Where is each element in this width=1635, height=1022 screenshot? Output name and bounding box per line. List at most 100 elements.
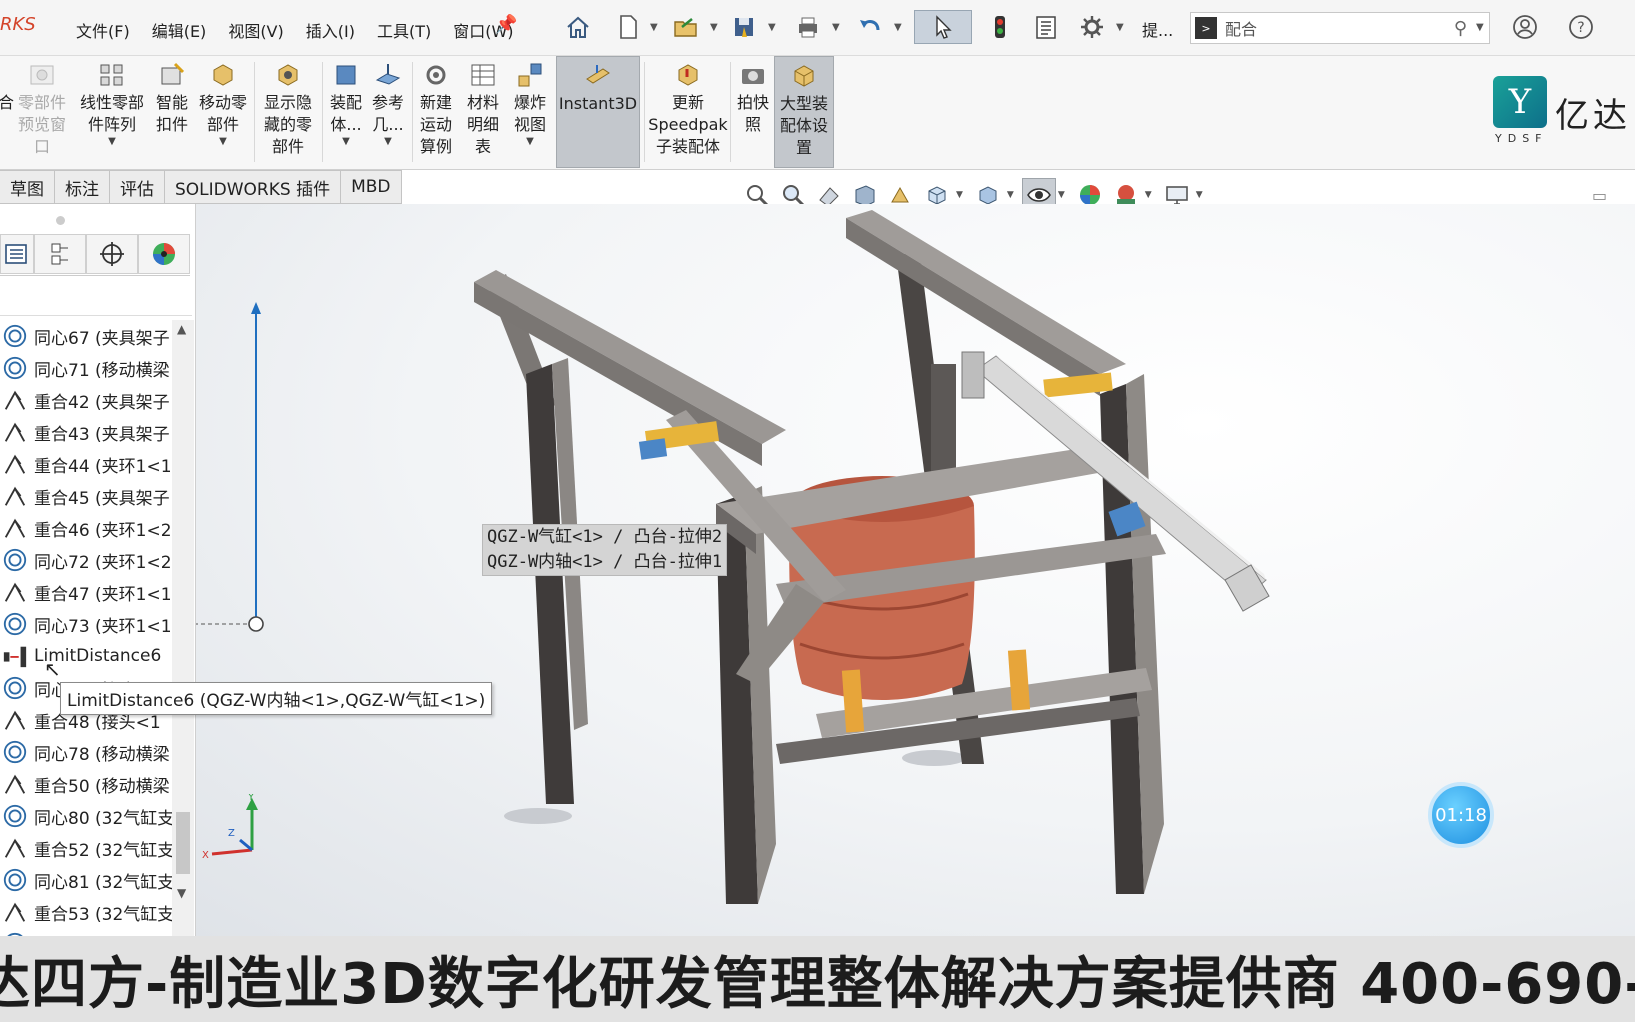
ribbon-smart-fasteners-button[interactable]: 智能 扣件 (152, 56, 192, 168)
ribbon-label-line: 视图 (513, 115, 546, 134)
menu-tools[interactable]: 工具(T) (373, 16, 435, 44)
display-style-dropdown-icon[interactable]: ▼ (1007, 190, 1014, 200)
mate-callout: QGZ-W气缸<1> / 凸台-拉伸2 QGZ-W内轴<1> / 凸台-拉伸1 (482, 524, 728, 576)
menu-file[interactable]: 文件(F) (72, 16, 134, 44)
ribbon-label-line: 参考 (371, 93, 404, 112)
concentric-icon (0, 929, 30, 936)
tree-row[interactable]: 同心72 (夹环1<2 (0, 544, 172, 576)
save-button[interactable] (726, 10, 762, 44)
pin-icon[interactable]: 📌 (495, 14, 517, 35)
pointer-arrow-icon (936, 15, 952, 39)
tree-row[interactable]: 重合43 (夹具架子 (0, 416, 172, 448)
new-dropdown-icon[interactable]: ▼ (650, 22, 658, 33)
tree-row[interactable]: 同心71 (移动横梁 (0, 352, 172, 384)
tree-row[interactable]: 重合53 (32气缸支 (0, 896, 172, 928)
tab-markup[interactable]: 标注 (55, 170, 110, 204)
search-box[interactable]: > 配合 ⚲ (1190, 12, 1490, 44)
graphics-area[interactable]: QGZ-W气缸<1> / 凸台-拉伸2 QGZ-W内轴<1> / 凸台-拉伸1 … (196, 204, 1635, 936)
tree-row[interactable]: 重合50 (移动横梁 (0, 768, 172, 800)
tree-row[interactable]: 重合46 (夹环1<2 (0, 512, 172, 544)
ribbon-label-line: 扣件 (155, 115, 188, 134)
open-button[interactable] (668, 10, 704, 44)
rebuild-button[interactable] (984, 10, 1016, 44)
configuration-manager-tab[interactable] (86, 234, 138, 274)
tree-row[interactable]: 重合52 (32气缸支 (0, 832, 172, 864)
options-dropdown-icon[interactable]: ▼ (1116, 22, 1124, 33)
tree-row[interactable]: 同心67 (夹具架子 (0, 320, 172, 352)
ribbon-dropdown-arrow-icon[interactable]: ▼ (219, 136, 227, 148)
search-icon[interactable]: ⚲ (1454, 18, 1467, 39)
ribbon-update-speedpak-button[interactable]: 更新 Speedpak 子装配体 (648, 56, 728, 168)
tree-scrollbar[interactable]: ▲ ▼ (172, 320, 194, 936)
print-button[interactable] (790, 10, 826, 44)
account-button[interactable] (1508, 10, 1542, 44)
scroll-down-icon[interactable]: ▼ (177, 886, 186, 900)
tree-row[interactable]: 同心78 (移动横梁 (0, 736, 172, 768)
search-dropdown-icon[interactable]: ▼ (1476, 22, 1484, 33)
display-manager-tab[interactable] (138, 234, 190, 274)
ribbon-linear-pattern-button[interactable]: 线性零部 件阵列 ▼ (76, 56, 148, 168)
ribbon-new-motion-study-button[interactable]: 新建 运动 算例 (416, 56, 456, 168)
view-orientation-dropdown-icon[interactable]: ▼ (956, 190, 963, 200)
file-properties-button[interactable] (1028, 10, 1064, 44)
tab-sketch[interactable]: 草图 (0, 170, 55, 204)
ribbon-dropdown-arrow-icon[interactable]: ▼ (526, 136, 534, 148)
menu-edit[interactable]: 编辑(E) (148, 16, 211, 44)
tree-row[interactable]: 重合45 (夹具架子 (0, 480, 172, 512)
ribbon-move-component-button[interactable]: 移动零 部件 ▼ (196, 56, 250, 168)
ribbon-dropdown-arrow-icon[interactable]: ▼ (384, 136, 392, 148)
assembly-model[interactable] (196, 204, 1635, 936)
open-folder-icon (674, 18, 697, 37)
tree-row[interactable]: 同心80 (32气缸支 (0, 800, 172, 832)
undo-button[interactable] (852, 10, 888, 44)
ribbon-bom-button[interactable]: 材料 明细 表 (462, 56, 504, 168)
ribbon-dropdown-arrow-icon[interactable]: ▼ (108, 136, 116, 148)
scroll-thumb[interactable] (176, 812, 190, 874)
viewport-restore-icon[interactable]: ▭ (1592, 186, 1607, 205)
feature-manager-tab[interactable] (0, 234, 34, 274)
new-document-button[interactable] (612, 10, 644, 44)
tab-solidworks-addins[interactable]: SOLIDWORKS 插件 (165, 170, 342, 204)
options-button[interactable] (1074, 10, 1110, 44)
open-dropdown-icon[interactable]: ▼ (710, 22, 718, 33)
tree-row[interactable]: LimitDistance6 (0, 640, 172, 672)
ribbon-large-assembly-settings-button[interactable]: 大型装 配体设 置 (774, 56, 834, 168)
ribbon-mate-button[interactable]: 合 (0, 56, 14, 168)
ribbon-dropdown-arrow-icon[interactable]: ▼ (342, 136, 350, 148)
panel-grip[interactable] (56, 216, 65, 225)
help-button[interactable]: ? (1564, 10, 1598, 44)
view-settings-dropdown-icon[interactable]: ▼ (1196, 190, 1203, 200)
search-input[interactable]: 配合 (1225, 16, 1454, 40)
tree-row[interactable]: 重合44 (夹环1<1 (0, 448, 172, 480)
property-manager-tab[interactable] (34, 234, 86, 274)
tab-mbd[interactable]: MBD (341, 170, 402, 204)
undo-dropdown-icon[interactable]: ▼ (894, 22, 902, 33)
hide-show-dropdown-icon[interactable]: ▼ (1058, 190, 1065, 200)
tree-row[interactable]: 重合47 (夹环1<1 (0, 576, 172, 608)
ribbon-assembly-features-button[interactable]: 装配 体... ▼ (326, 56, 366, 168)
select-button[interactable] (914, 10, 972, 44)
tree-row[interactable]: 重合42 (夹具架子 (0, 384, 172, 416)
ribbon-reference-geometry-button[interactable]: 参考 几... ▼ (368, 56, 408, 168)
tab-evaluate[interactable]: 评估 (110, 170, 165, 204)
print-dropdown-icon[interactable]: ▼ (832, 22, 840, 33)
ribbon-instant3d-button[interactable]: Instant3D (556, 56, 640, 168)
menu-view[interactable]: 视图(V) (224, 16, 287, 44)
ribbon-snapshot-button[interactable]: 拍快 照 (734, 56, 772, 168)
more-commands-label[interactable]: 提... (1142, 17, 1173, 41)
save-dropdown-icon[interactable]: ▼ (768, 22, 776, 33)
tree-filter-area[interactable] (0, 278, 192, 316)
ribbon-show-hidden-button[interactable]: 显示隐 藏的零 部件 (258, 56, 318, 168)
home-button[interactable] (560, 10, 596, 44)
tree-row-label: 重合50 (移动横梁 (34, 776, 170, 797)
ribbon-label-line: 新建 (419, 93, 452, 112)
tree-row[interactable]: 同心82 (开板侧 (0, 928, 172, 936)
scene-dropdown-icon[interactable]: ▼ (1145, 190, 1152, 200)
ribbon-component-preview-button[interactable]: 零部件 预览窗 口 (14, 56, 70, 168)
menu-insert[interactable]: 插入(I) (302, 16, 359, 44)
ribbon-exploded-view-button[interactable]: 爆炸 视图 ▼ (508, 56, 552, 168)
tree-row[interactable]: 同心73 (夹环1<1 (0, 608, 172, 640)
tree-row[interactable]: 同心81 (32气缸支 (0, 864, 172, 896)
limit-distance-handle[interactable] (248, 616, 264, 632)
scroll-up-icon[interactable]: ▲ (177, 322, 186, 336)
